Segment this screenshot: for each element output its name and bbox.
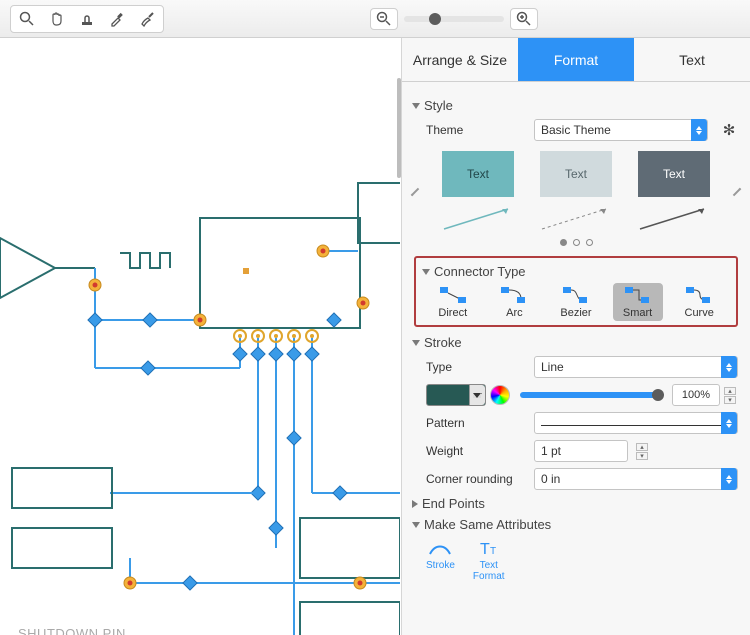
connector-bezier[interactable]: Bezier <box>551 283 601 321</box>
style-swatch-1[interactable]: Text <box>442 151 514 197</box>
prev-style-button[interactable] <box>411 188 419 196</box>
pattern-label: Pattern <box>414 416 526 430</box>
zoom-controls <box>370 8 538 30</box>
stroke-type-dropdown[interactable]: Line <box>534 356 738 378</box>
style-swatch-3[interactable]: Text <box>638 151 710 197</box>
opacity-stepper[interactable]: ▴▾ <box>724 387 738 404</box>
stroke-type-label: Type <box>414 360 526 374</box>
inspector-panel: Arrange & Size Format Text Style Theme B… <box>402 38 750 635</box>
opacity-slider[interactable] <box>520 392 662 398</box>
chevron-down-icon <box>412 340 420 346</box>
svg-text:T: T <box>480 541 490 558</box>
same-textformat-button[interactable]: TT Text Format <box>473 538 505 582</box>
zoom-slider[interactable] <box>404 16 504 22</box>
endpoints-header[interactable]: End Points <box>412 496 738 511</box>
brush-tool[interactable] <box>133 8 161 30</box>
shutdown-pin-label: SHUTDOWN PIN <box>18 626 126 635</box>
pattern-dropdown[interactable] <box>534 412 738 434</box>
stroke-color-dropdown[interactable] <box>426 384 486 406</box>
magnify-tool[interactable] <box>13 8 41 30</box>
tool-group <box>10 5 164 33</box>
corner-label: Corner rounding <box>414 472 526 486</box>
corner-dropdown[interactable]: 0 in <box>534 468 738 490</box>
connector-smart[interactable]: Smart <box>613 283 663 321</box>
zoom-in-button[interactable] <box>510 8 538 30</box>
tab-format[interactable]: Format <box>518 38 634 82</box>
svg-text:T: T <box>490 546 496 557</box>
style-swatch-2[interactable]: Text <box>540 151 612 197</box>
opacity-field[interactable]: 100% <box>672 384 720 406</box>
color-picker-button[interactable] <box>490 385 510 405</box>
style-header[interactable]: Style <box>412 98 738 113</box>
weight-stepper[interactable]: ▴▾ <box>636 443 650 460</box>
theme-label: Theme <box>414 123 526 137</box>
hand-tool[interactable] <box>43 8 71 30</box>
tab-arrange[interactable]: Arrange & Size <box>402 38 518 82</box>
top-toolbar <box>0 0 750 38</box>
same-stroke-button[interactable]: Stroke <box>426 538 455 582</box>
chevron-down-icon <box>412 522 420 528</box>
style-page-dots[interactable] <box>414 239 738 246</box>
theme-dropdown[interactable]: Basic Theme <box>534 119 708 141</box>
tab-text[interactable]: Text <box>634 38 750 82</box>
connector-curve[interactable]: Curve <box>674 283 724 321</box>
connector-arc[interactable]: Arc <box>489 283 539 321</box>
gear-icon[interactable]: ✻ <box>720 121 738 139</box>
same-attr-header[interactable]: Make Same Attributes <box>412 517 738 532</box>
weight-field[interactable]: 1 pt <box>534 440 628 462</box>
inspector-tabs: Arrange & Size Format Text <box>402 38 750 82</box>
connector-type-section: Connector Type Direct Arc Bezier <box>414 256 738 327</box>
chevron-right-icon <box>412 500 418 508</box>
chevron-down-icon <box>422 269 430 275</box>
stroke-header[interactable]: Stroke <box>412 335 738 350</box>
zoom-out-button[interactable] <box>370 8 398 30</box>
eyedropper-tool[interactable] <box>103 8 131 30</box>
weight-label: Weight <box>414 444 526 458</box>
stamp-tool[interactable] <box>73 8 101 30</box>
diagram-canvas[interactable]: SHUTDOWN PIN <box>0 38 402 635</box>
chevron-down-icon <box>412 103 420 109</box>
next-style-button[interactable] <box>733 188 741 196</box>
connector-direct[interactable]: Direct <box>428 283 478 321</box>
